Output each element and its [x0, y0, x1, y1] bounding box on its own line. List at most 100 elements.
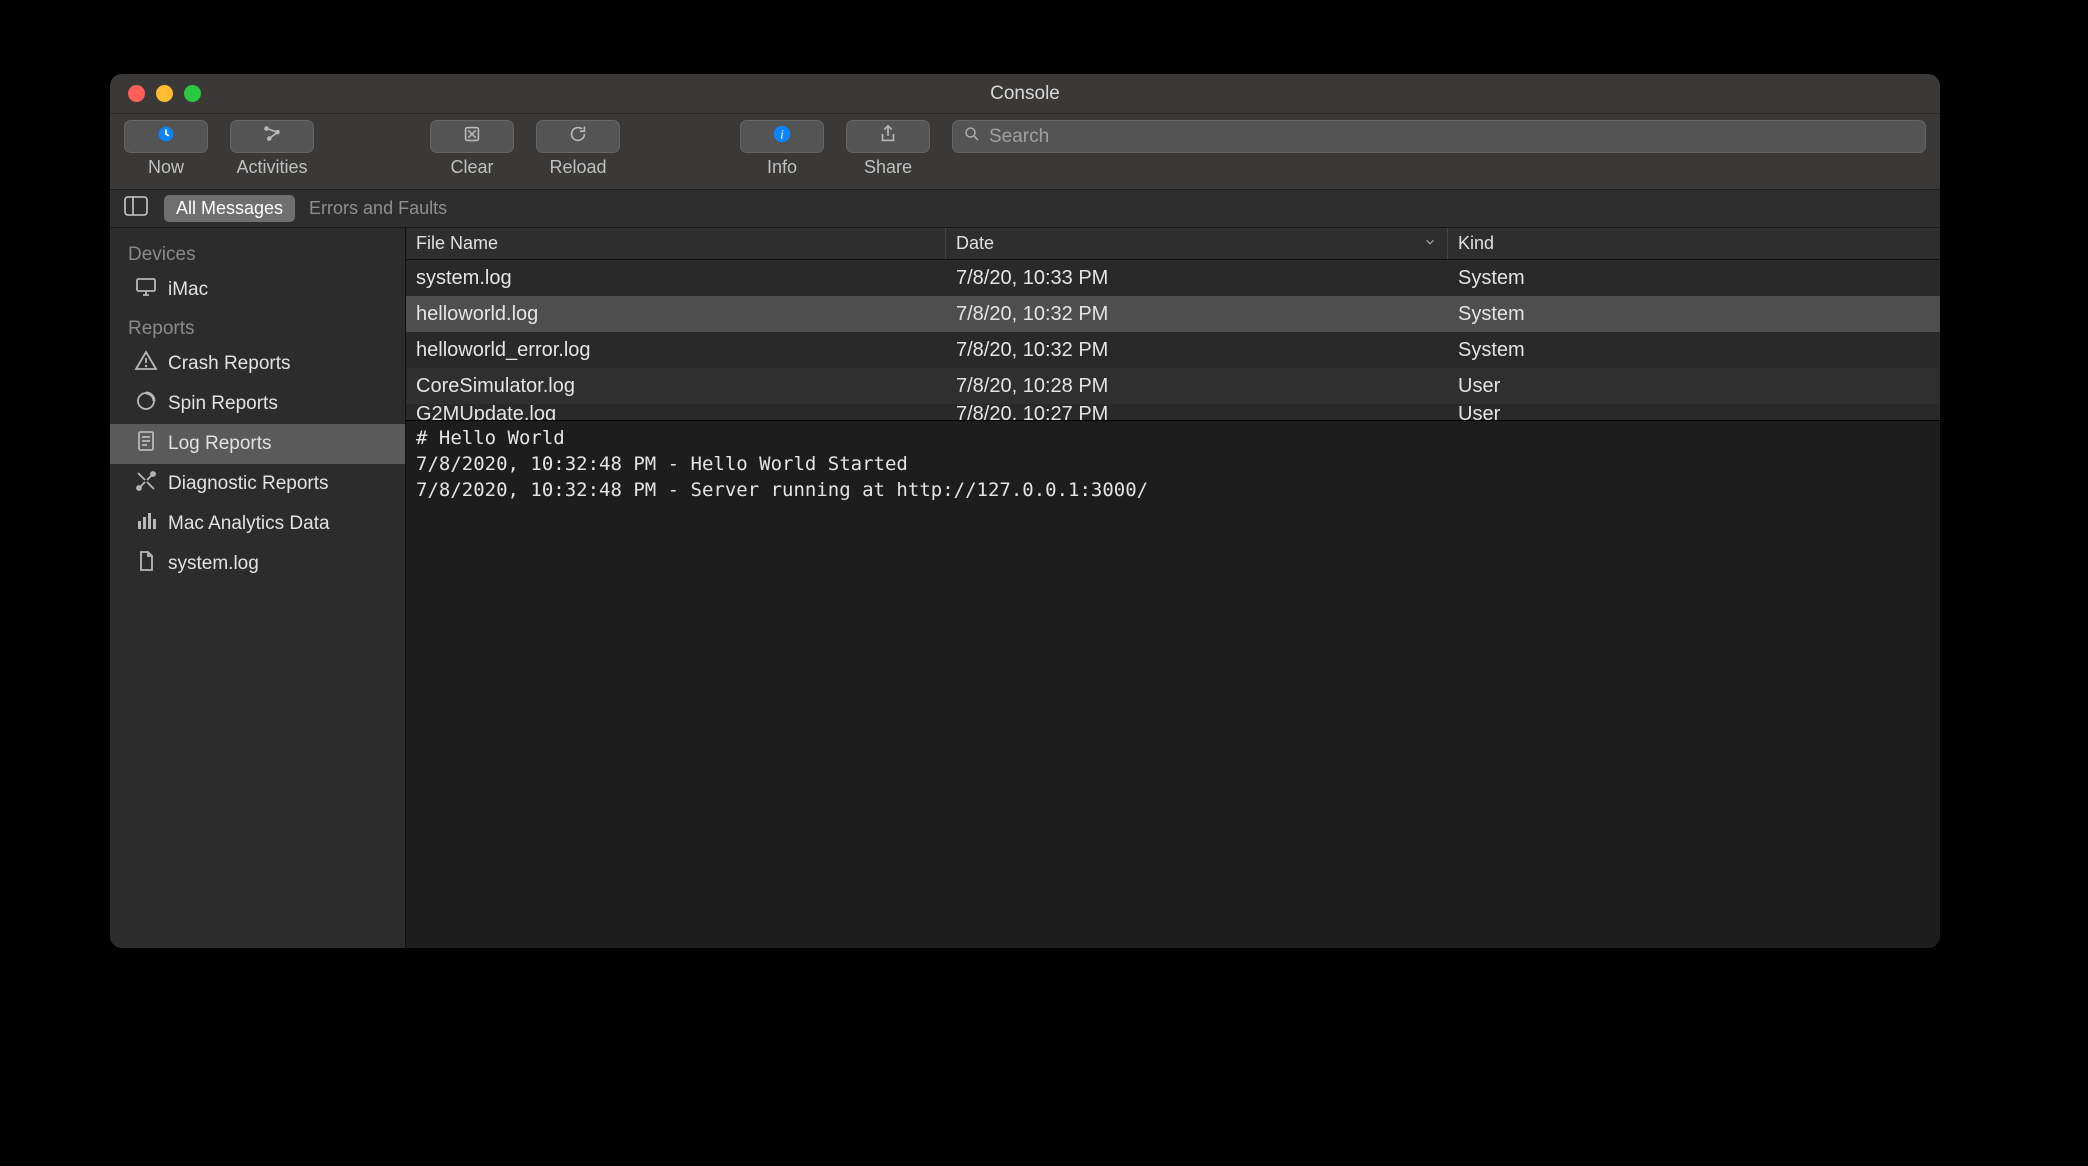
search-input[interactable] — [989, 126, 1915, 148]
traffic-lights — [110, 85, 201, 102]
share-icon — [877, 123, 899, 150]
sidebar-item-label: system.log — [168, 553, 259, 575]
column-header-label: Kind — [1458, 233, 1494, 254]
share-label: Share — [864, 157, 912, 178]
chevron-down-icon — [1423, 233, 1437, 254]
date-cell: 7/8/20, 10:27 PM — [946, 404, 1448, 420]
filename-cell: system.log — [406, 267, 946, 290]
sidebar-item-label: Log Reports — [168, 433, 272, 455]
sidebar-item-label: Diagnostic Reports — [168, 473, 329, 495]
sidebar-log-reports[interactable]: Log Reports — [110, 424, 405, 464]
toolbar-item-share: Share — [846, 120, 930, 178]
sidebar-crash-reports[interactable]: Crash Reports — [110, 344, 405, 384]
chart-icon — [134, 509, 158, 539]
kind-cell: System — [1448, 339, 1940, 362]
search-container — [952, 120, 1926, 153]
table-row[interactable]: system.log 7/8/20, 10:33 PM System — [406, 260, 1940, 296]
log-line: 7/8/2020, 10:32:48 PM - Server running a… — [416, 479, 1148, 501]
kind-cell: User — [1448, 404, 1940, 420]
filename-cell: CoreSimulator.log — [406, 375, 946, 398]
table-row[interactable]: helloworld_error.log 7/8/20, 10:32 PM Sy… — [406, 332, 1940, 368]
sidebar-device-imac[interactable]: iMac — [110, 270, 405, 310]
sidebar-toggle-button[interactable] — [122, 198, 150, 220]
reload-button[interactable] — [536, 120, 620, 153]
sidebar-mac-analytics[interactable]: Mac Analytics Data — [110, 504, 405, 544]
table-row[interactable]: CoreSimulator.log 7/8/20, 10:28 PM User — [406, 368, 1940, 404]
console-window: Console Now Activities — [110, 74, 1940, 948]
sidebar: Devices iMac Reports Crash Reports Spin … — [110, 228, 406, 948]
kind-cell: User — [1448, 375, 1940, 398]
column-header-date[interactable]: Date — [946, 228, 1448, 259]
close-button[interactable] — [128, 85, 145, 102]
column-header-label: File Name — [416, 233, 498, 254]
now-icon — [155, 123, 177, 150]
sidebar-item-label: iMac — [168, 279, 208, 301]
now-button[interactable] — [124, 120, 208, 153]
column-header-label: Date — [956, 233, 994, 254]
body: Devices iMac Reports Crash Reports Spin … — [110, 228, 1940, 948]
date-cell: 7/8/20, 10:33 PM — [946, 267, 1448, 290]
toolbar-item-now: Now — [124, 120, 208, 178]
toolbar-item-activities: Activities — [230, 120, 314, 178]
sidebar-system-log[interactable]: system.log — [110, 544, 405, 584]
activities-icon — [261, 123, 283, 150]
share-button[interactable] — [846, 120, 930, 153]
log-detail-pane[interactable]: # Hello World 7/8/2020, 10:32:48 PM - He… — [406, 420, 1940, 948]
zoom-button[interactable] — [184, 85, 201, 102]
date-cell: 7/8/20, 10:32 PM — [946, 339, 1448, 362]
table-body[interactable]: system.log 7/8/20, 10:33 PM System hello… — [406, 260, 1940, 420]
table-row[interactable]: G2MUpdate.log 7/8/20, 10:27 PM User — [406, 404, 1940, 420]
info-label: Info — [767, 157, 797, 178]
now-label: Now — [148, 157, 184, 178]
log-line: # Hello World — [416, 427, 565, 449]
sidebar-section-reports: Reports — [110, 310, 405, 344]
kind-cell: System — [1448, 303, 1940, 326]
info-button[interactable]: i — [740, 120, 824, 153]
activities-button[interactable] — [230, 120, 314, 153]
column-header-filename[interactable]: File Name — [406, 228, 946, 259]
table-row[interactable]: helloworld.log 7/8/20, 10:32 PM System — [406, 296, 1940, 332]
display-icon — [134, 275, 158, 305]
log-line: 7/8/2020, 10:32:48 PM - Hello World Star… — [416, 453, 908, 475]
toolbar: Now Activities Clear — [110, 114, 1940, 190]
file-icon — [134, 549, 158, 579]
filter-bar: All Messages Errors and Faults — [110, 190, 1940, 228]
main-content: File Name Date Kind system.log 7/8/20, 1… — [406, 228, 1940, 948]
filter-all-messages[interactable]: All Messages — [164, 195, 295, 222]
sidebar-item-label: Mac Analytics Data — [168, 513, 330, 535]
filter-errors-and-faults[interactable]: Errors and Faults — [309, 198, 447, 219]
search-icon — [963, 125, 981, 148]
reload-label: Reload — [549, 157, 606, 178]
toolbar-item-clear: Clear — [430, 120, 514, 178]
table-header: File Name Date Kind — [406, 228, 1940, 260]
info-icon: i — [771, 123, 793, 150]
sidebar-section-devices: Devices — [110, 236, 405, 270]
svg-text:i: i — [780, 128, 784, 142]
tools-icon — [134, 469, 158, 499]
sidebar-item-label: Crash Reports — [168, 353, 291, 375]
activities-label: Activities — [236, 157, 307, 178]
reload-icon — [567, 123, 589, 150]
column-header-kind[interactable]: Kind — [1448, 228, 1940, 259]
sidebar-item-label: Spin Reports — [168, 393, 278, 415]
toolbar-item-info: i Info — [740, 120, 824, 178]
clear-button[interactable] — [430, 120, 514, 153]
toolbar-item-reload: Reload — [536, 120, 620, 178]
filename-cell: helloworld_error.log — [406, 339, 946, 362]
sidebar-spin-reports[interactable]: Spin Reports — [110, 384, 405, 424]
date-cell: 7/8/20, 10:32 PM — [946, 303, 1448, 326]
minimize-button[interactable] — [156, 85, 173, 102]
clear-label: Clear — [450, 157, 493, 178]
spinner-icon — [134, 389, 158, 419]
filename-cell: G2MUpdate.log — [406, 404, 946, 420]
sidebar-diagnostic-reports[interactable]: Diagnostic Reports — [110, 464, 405, 504]
kind-cell: System — [1448, 267, 1940, 290]
titlebar: Console — [110, 74, 1940, 114]
filename-cell: helloworld.log — [406, 303, 946, 326]
date-cell: 7/8/20, 10:28 PM — [946, 375, 1448, 398]
warning-icon — [134, 349, 158, 379]
log-icon — [134, 429, 158, 459]
search-field[interactable] — [952, 120, 1926, 153]
sidebar-icon — [124, 196, 148, 221]
clear-icon — [461, 123, 483, 150]
